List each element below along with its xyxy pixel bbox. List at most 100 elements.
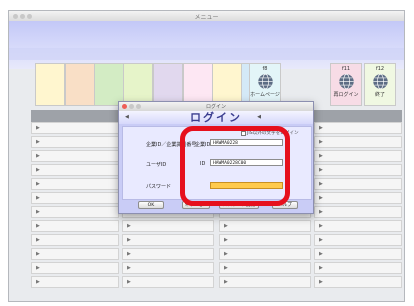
globe-icon bbox=[257, 73, 273, 90]
column-header bbox=[314, 110, 402, 125]
menu-cell[interactable]: ▶ bbox=[314, 276, 402, 288]
menu-cell[interactable]: ▶ bbox=[314, 206, 402, 218]
menu-cell[interactable]: ▶ bbox=[219, 234, 311, 246]
menu-cell[interactable]: ▶ bbox=[122, 248, 214, 260]
menu-cell[interactable]: ▶ bbox=[31, 122, 119, 134]
play-arrow-icon: ▶ bbox=[36, 237, 40, 243]
play-arrow-icon: ▶ bbox=[36, 209, 40, 215]
left-arrow-icon: ◀ bbox=[257, 114, 261, 120]
menu-cell[interactable]: ▶ bbox=[314, 234, 402, 246]
dialog-titlebar: ログイン bbox=[119, 102, 313, 111]
fkey-label: 終了 bbox=[374, 92, 385, 98]
play-arrow-icon: ▶ bbox=[36, 153, 40, 159]
color-key-tile[interactable] bbox=[153, 63, 183, 106]
menu-cell[interactable]: ▶ bbox=[122, 234, 214, 246]
play-arrow-icon: ▶ bbox=[36, 181, 40, 187]
menu-cell[interactable]: ▶ bbox=[314, 150, 402, 162]
color-key-tile[interactable] bbox=[123, 63, 153, 106]
menu-cell[interactable]: ▶ bbox=[314, 262, 402, 274]
column-header bbox=[31, 110, 119, 125]
play-arrow-icon: ▶ bbox=[36, 251, 40, 257]
dialog-header: ◀ ログイン ◀ bbox=[119, 111, 313, 124]
menu-cell[interactable]: ▶ bbox=[219, 262, 311, 274]
fkey-number: f11 bbox=[341, 66, 351, 72]
play-arrow-icon: ▶ bbox=[127, 265, 131, 271]
play-arrow-icon: ▶ bbox=[127, 223, 131, 229]
menu-cell[interactable]: ▶ bbox=[314, 164, 402, 176]
color-key-tile[interactable] bbox=[65, 63, 95, 106]
play-arrow-icon: ▶ bbox=[224, 279, 228, 285]
play-arrow-icon: ▶ bbox=[224, 237, 228, 243]
play-arrow-icon: ▶ bbox=[36, 223, 40, 229]
play-arrow-icon: ▶ bbox=[36, 195, 40, 201]
play-arrow-icon: ▶ bbox=[36, 265, 40, 271]
globe-icon bbox=[338, 73, 354, 90]
play-arrow-icon: ▶ bbox=[36, 139, 40, 145]
menu-cell[interactable]: ▶ bbox=[31, 150, 119, 162]
menu-cell[interactable]: ▶ bbox=[314, 192, 402, 204]
globe-icon bbox=[372, 73, 388, 90]
menu-cell[interactable]: ▶ bbox=[219, 248, 311, 260]
fkey-homepage-button[interactable]: f8 ホームページ bbox=[249, 63, 281, 106]
play-arrow-icon: ▶ bbox=[319, 139, 323, 145]
menu-cell[interactable]: ▶ bbox=[31, 136, 119, 148]
fkey-label: 再ログイン bbox=[333, 92, 359, 98]
menu-cell[interactable]: ▶ bbox=[31, 192, 119, 204]
menu-cell[interactable]: ▶ bbox=[31, 206, 119, 218]
password-label: パスワード bbox=[146, 184, 172, 190]
play-arrow-icon: ▶ bbox=[319, 279, 323, 285]
menu-cell[interactable]: ▶ bbox=[122, 276, 214, 288]
menu-cell[interactable]: ▶ bbox=[31, 234, 119, 246]
menu-cell[interactable]: ▶ bbox=[31, 178, 119, 190]
play-arrow-icon: ▶ bbox=[319, 167, 323, 173]
play-arrow-icon: ▶ bbox=[319, 251, 323, 257]
play-arrow-icon: ▶ bbox=[319, 223, 323, 229]
window-title: メニュー bbox=[194, 14, 219, 21]
header-banner bbox=[9, 21, 404, 69]
play-arrow-icon: ▶ bbox=[224, 223, 228, 229]
menu-cell[interactable]: ▶ bbox=[314, 136, 402, 148]
menu-cell[interactable]: ▶ bbox=[31, 276, 119, 288]
play-arrow-icon: ▶ bbox=[36, 167, 40, 173]
color-key-tile[interactable] bbox=[35, 63, 65, 106]
highlight-annotation bbox=[180, 126, 290, 206]
play-arrow-icon: ▶ bbox=[36, 125, 40, 131]
play-arrow-icon: ▶ bbox=[224, 251, 228, 257]
play-arrow-icon: ▶ bbox=[127, 251, 131, 257]
menu-cell[interactable]: ▶ bbox=[219, 220, 311, 232]
dialog-title: ログイン bbox=[190, 111, 242, 124]
play-arrow-icon: ▶ bbox=[319, 265, 323, 271]
menu-cell[interactable]: ▶ bbox=[31, 248, 119, 260]
menu-cell[interactable]: ▶ bbox=[219, 276, 311, 288]
play-arrow-icon: ▶ bbox=[319, 237, 323, 243]
menu-cell[interactable]: ▶ bbox=[314, 178, 402, 190]
play-arrow-icon: ▶ bbox=[319, 195, 323, 201]
play-arrow-icon: ▶ bbox=[127, 237, 131, 243]
play-arrow-icon: ▶ bbox=[319, 181, 323, 187]
menu-cell[interactable]: ▶ bbox=[314, 248, 402, 260]
ok-button[interactable]: OK bbox=[138, 201, 164, 209]
fkey-relogin-button[interactable]: f11 再ログイン bbox=[330, 63, 362, 106]
fkey-exit-button[interactable]: f12 終了 bbox=[364, 63, 396, 106]
play-arrow-icon: ▶ bbox=[127, 279, 131, 285]
menu-cell[interactable]: ▶ bbox=[31, 262, 119, 274]
play-arrow-icon: ▶ bbox=[319, 153, 323, 159]
color-key-tile[interactable] bbox=[212, 63, 242, 106]
banner-stripe bbox=[9, 48, 404, 60]
menu-cell[interactable]: ▶ bbox=[314, 220, 402, 232]
fkey-number: f8 bbox=[262, 66, 268, 72]
left-arrow-icon: ◀ bbox=[125, 114, 129, 120]
color-key-tile[interactable] bbox=[183, 63, 213, 106]
color-key-tile[interactable] bbox=[94, 63, 124, 106]
menu-cell[interactable]: ▶ bbox=[122, 262, 214, 274]
play-arrow-icon: ▶ bbox=[224, 265, 228, 271]
menu-cell[interactable]: ▶ bbox=[31, 220, 119, 232]
fkey-number: f12 bbox=[375, 66, 385, 72]
menu-cell[interactable]: ▶ bbox=[314, 122, 402, 134]
menu-cell[interactable]: ▶ bbox=[31, 164, 119, 176]
play-arrow-icon: ▶ bbox=[36, 279, 40, 285]
menu-cell[interactable]: ▶ bbox=[122, 220, 214, 232]
play-arrow-icon: ▶ bbox=[319, 209, 323, 215]
dialog-window-title: ログイン bbox=[205, 104, 226, 110]
fkey-label: ホームページ bbox=[250, 92, 280, 98]
